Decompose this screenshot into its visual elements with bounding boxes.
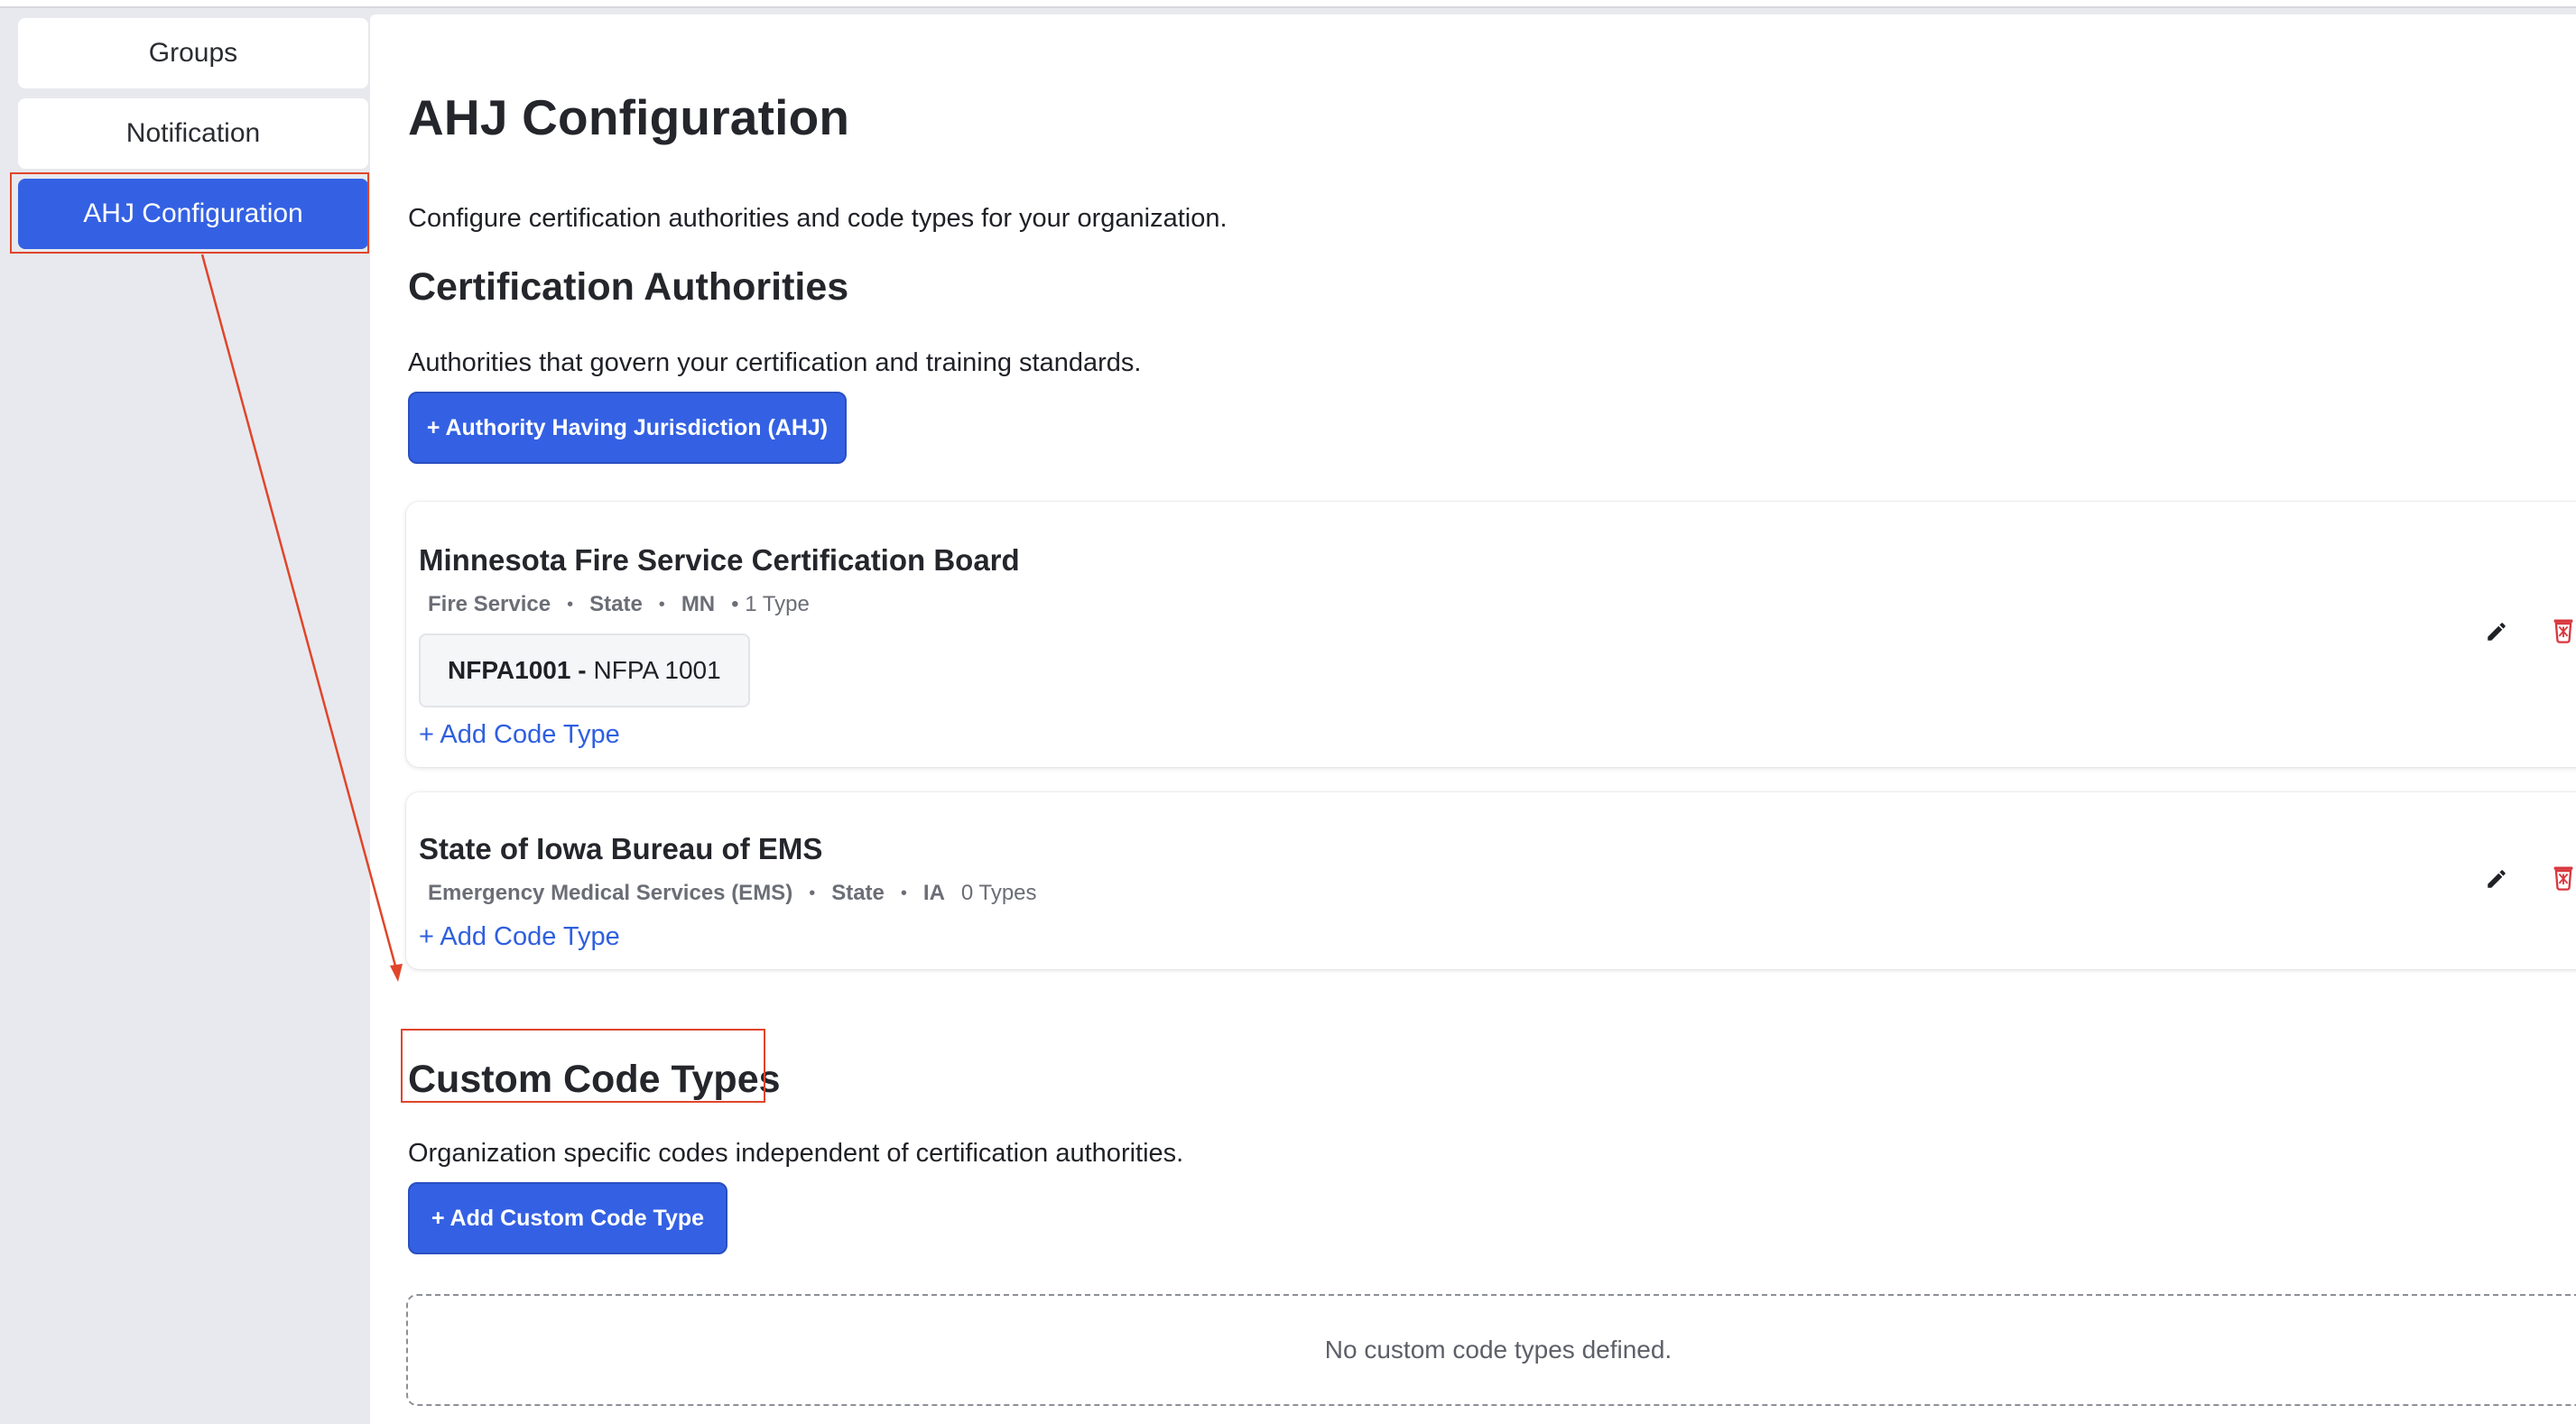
annotation-arrow [200,254,403,982]
